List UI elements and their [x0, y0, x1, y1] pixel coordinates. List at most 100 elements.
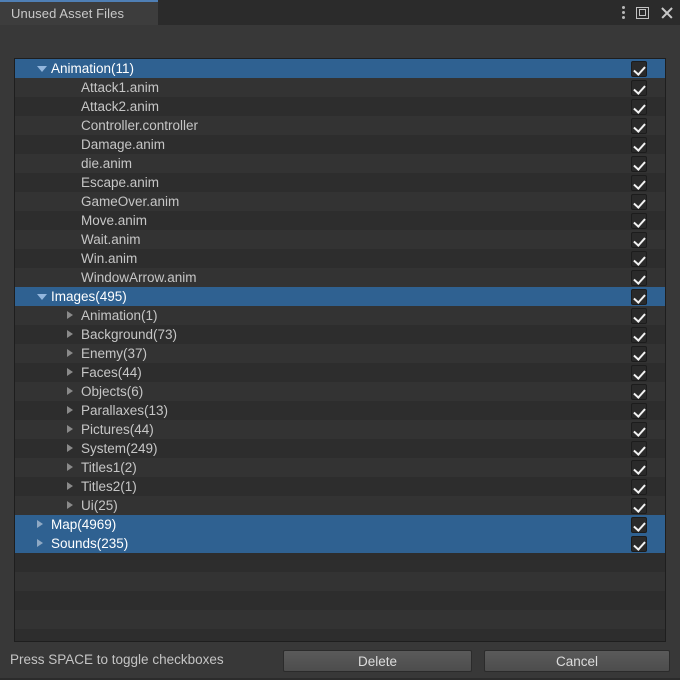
row-checkbox[interactable] [631, 60, 647, 77]
checkbox-cell[interactable] [622, 135, 665, 154]
row-checkbox[interactable] [631, 155, 647, 172]
tab-unused-asset-files[interactable]: Unused Asset Files [0, 0, 158, 25]
checkbox-cell[interactable] [622, 401, 665, 420]
delete-button[interactable]: Delete [283, 650, 472, 672]
chevron-right-icon[interactable] [67, 463, 73, 471]
row-checkbox[interactable] [631, 497, 647, 514]
tree-row[interactable]: Background(73) [15, 325, 665, 344]
tree-row[interactable]: Move.anim [15, 211, 665, 230]
tree-row[interactable]: WindowArrow.anim [15, 268, 665, 287]
checkbox-cell[interactable] [622, 477, 665, 496]
chevron-down-icon[interactable] [37, 65, 47, 72]
tree-row[interactable]: Titles2(1) [15, 477, 665, 496]
checkbox-cell[interactable] [622, 420, 665, 439]
checkbox-cell[interactable] [622, 306, 665, 325]
row-checkbox[interactable] [631, 79, 647, 96]
chevron-right-icon[interactable] [67, 482, 73, 490]
maximize-icon[interactable] [636, 6, 649, 19]
row-checkbox[interactable] [631, 117, 647, 134]
checkbox-cell[interactable] [622, 192, 665, 211]
checkbox-cell[interactable] [622, 382, 665, 401]
tree-row[interactable]: System(249) [15, 439, 665, 458]
row-checkbox[interactable] [631, 269, 647, 286]
tree-row[interactable]: Animation(11) [15, 59, 665, 78]
row-checkbox[interactable] [631, 174, 647, 191]
chevron-right-icon[interactable] [37, 539, 43, 547]
tree-row[interactable]: Objects(6) [15, 382, 665, 401]
chevron-right-icon[interactable] [67, 368, 73, 376]
chevron-right-icon[interactable] [67, 501, 73, 509]
row-checkbox[interactable] [631, 193, 647, 210]
chevron-right-icon[interactable] [67, 311, 73, 319]
tree-row[interactable]: Enemy(37) [15, 344, 665, 363]
tree-row[interactable]: Map(4969) [15, 515, 665, 534]
asset-tree-panel[interactable]: Animation(11) Attack1.anim Attack2.anim Con… [14, 58, 666, 642]
row-checkbox[interactable] [631, 212, 647, 229]
tree-row[interactable]: Images(495) [15, 287, 665, 306]
row-checkbox[interactable] [631, 231, 647, 248]
checkbox-cell[interactable] [622, 211, 665, 230]
checkbox-cell[interactable] [622, 116, 665, 135]
row-checkbox[interactable] [631, 440, 647, 457]
row-checkbox[interactable] [631, 421, 647, 438]
tree-row[interactable]: Sounds(235) [15, 534, 665, 553]
cancel-button[interactable]: Cancel [484, 650, 670, 672]
tree-row[interactable]: Ui(25) [15, 496, 665, 515]
tree-row[interactable]: GameOver.anim [15, 192, 665, 211]
checkbox-cell[interactable] [622, 78, 665, 97]
chevron-right-icon[interactable] [67, 425, 73, 433]
tree-row[interactable]: Wait.anim [15, 230, 665, 249]
chevron-right-icon[interactable] [67, 444, 73, 452]
checkbox-cell[interactable] [622, 230, 665, 249]
row-checkbox[interactable] [631, 345, 647, 362]
chevron-right-icon[interactable] [67, 406, 73, 414]
checkbox-cell[interactable] [622, 325, 665, 344]
checkbox-cell[interactable] [622, 363, 665, 382]
row-checkbox[interactable] [631, 478, 647, 495]
checkbox-cell[interactable] [622, 439, 665, 458]
row-checkbox[interactable] [631, 326, 647, 343]
close-icon[interactable] [660, 6, 674, 20]
row-checkbox[interactable] [631, 136, 647, 153]
checkbox-cell[interactable] [622, 173, 665, 192]
tree-row[interactable]: Damage.anim [15, 135, 665, 154]
tree-row[interactable]: Animation(1) [15, 306, 665, 325]
checkbox-cell[interactable] [622, 154, 665, 173]
tree-row[interactable]: Faces(44) [15, 363, 665, 382]
chevron-right-icon[interactable] [67, 349, 73, 357]
checkbox-cell[interactable] [622, 515, 665, 534]
checkbox-cell[interactable] [622, 249, 665, 268]
checkbox-cell[interactable] [622, 534, 665, 553]
chevron-right-icon[interactable] [67, 387, 73, 395]
tree-row[interactable]: Win.anim [15, 249, 665, 268]
tree-row[interactable]: Pictures(44) [15, 420, 665, 439]
checkbox-cell[interactable] [622, 97, 665, 116]
checkbox-cell[interactable] [622, 268, 665, 287]
row-checkbox[interactable] [631, 383, 647, 400]
row-checkbox[interactable] [631, 535, 647, 552]
row-checkbox[interactable] [631, 459, 647, 476]
tree-row[interactable]: die.anim [15, 154, 665, 173]
checkbox-cell[interactable] [622, 344, 665, 363]
tree-row[interactable]: Escape.anim [15, 173, 665, 192]
chevron-right-icon[interactable] [67, 330, 73, 338]
row-checkbox[interactable] [631, 98, 647, 115]
row-checkbox[interactable] [631, 288, 647, 305]
row-checkbox[interactable] [631, 307, 647, 324]
row-checkbox[interactable] [631, 250, 647, 267]
chevron-right-icon[interactable] [37, 520, 43, 528]
tree-row[interactable]: Controller.controller [15, 116, 665, 135]
row-checkbox[interactable] [631, 364, 647, 381]
row-checkbox[interactable] [631, 402, 647, 419]
tree-row[interactable]: Attack1.anim [15, 78, 665, 97]
checkbox-cell[interactable] [622, 287, 665, 306]
kebab-menu-icon[interactable] [622, 5, 625, 20]
checkbox-cell[interactable] [622, 496, 665, 515]
tree-row[interactable]: Attack2.anim [15, 97, 665, 116]
row-checkbox[interactable] [631, 516, 647, 533]
checkbox-cell[interactable] [622, 458, 665, 477]
checkbox-cell[interactable] [622, 59, 665, 78]
tree-row[interactable]: Titles1(2) [15, 458, 665, 477]
chevron-down-icon[interactable] [37, 293, 47, 300]
tree-row[interactable]: Parallaxes(13) [15, 401, 665, 420]
